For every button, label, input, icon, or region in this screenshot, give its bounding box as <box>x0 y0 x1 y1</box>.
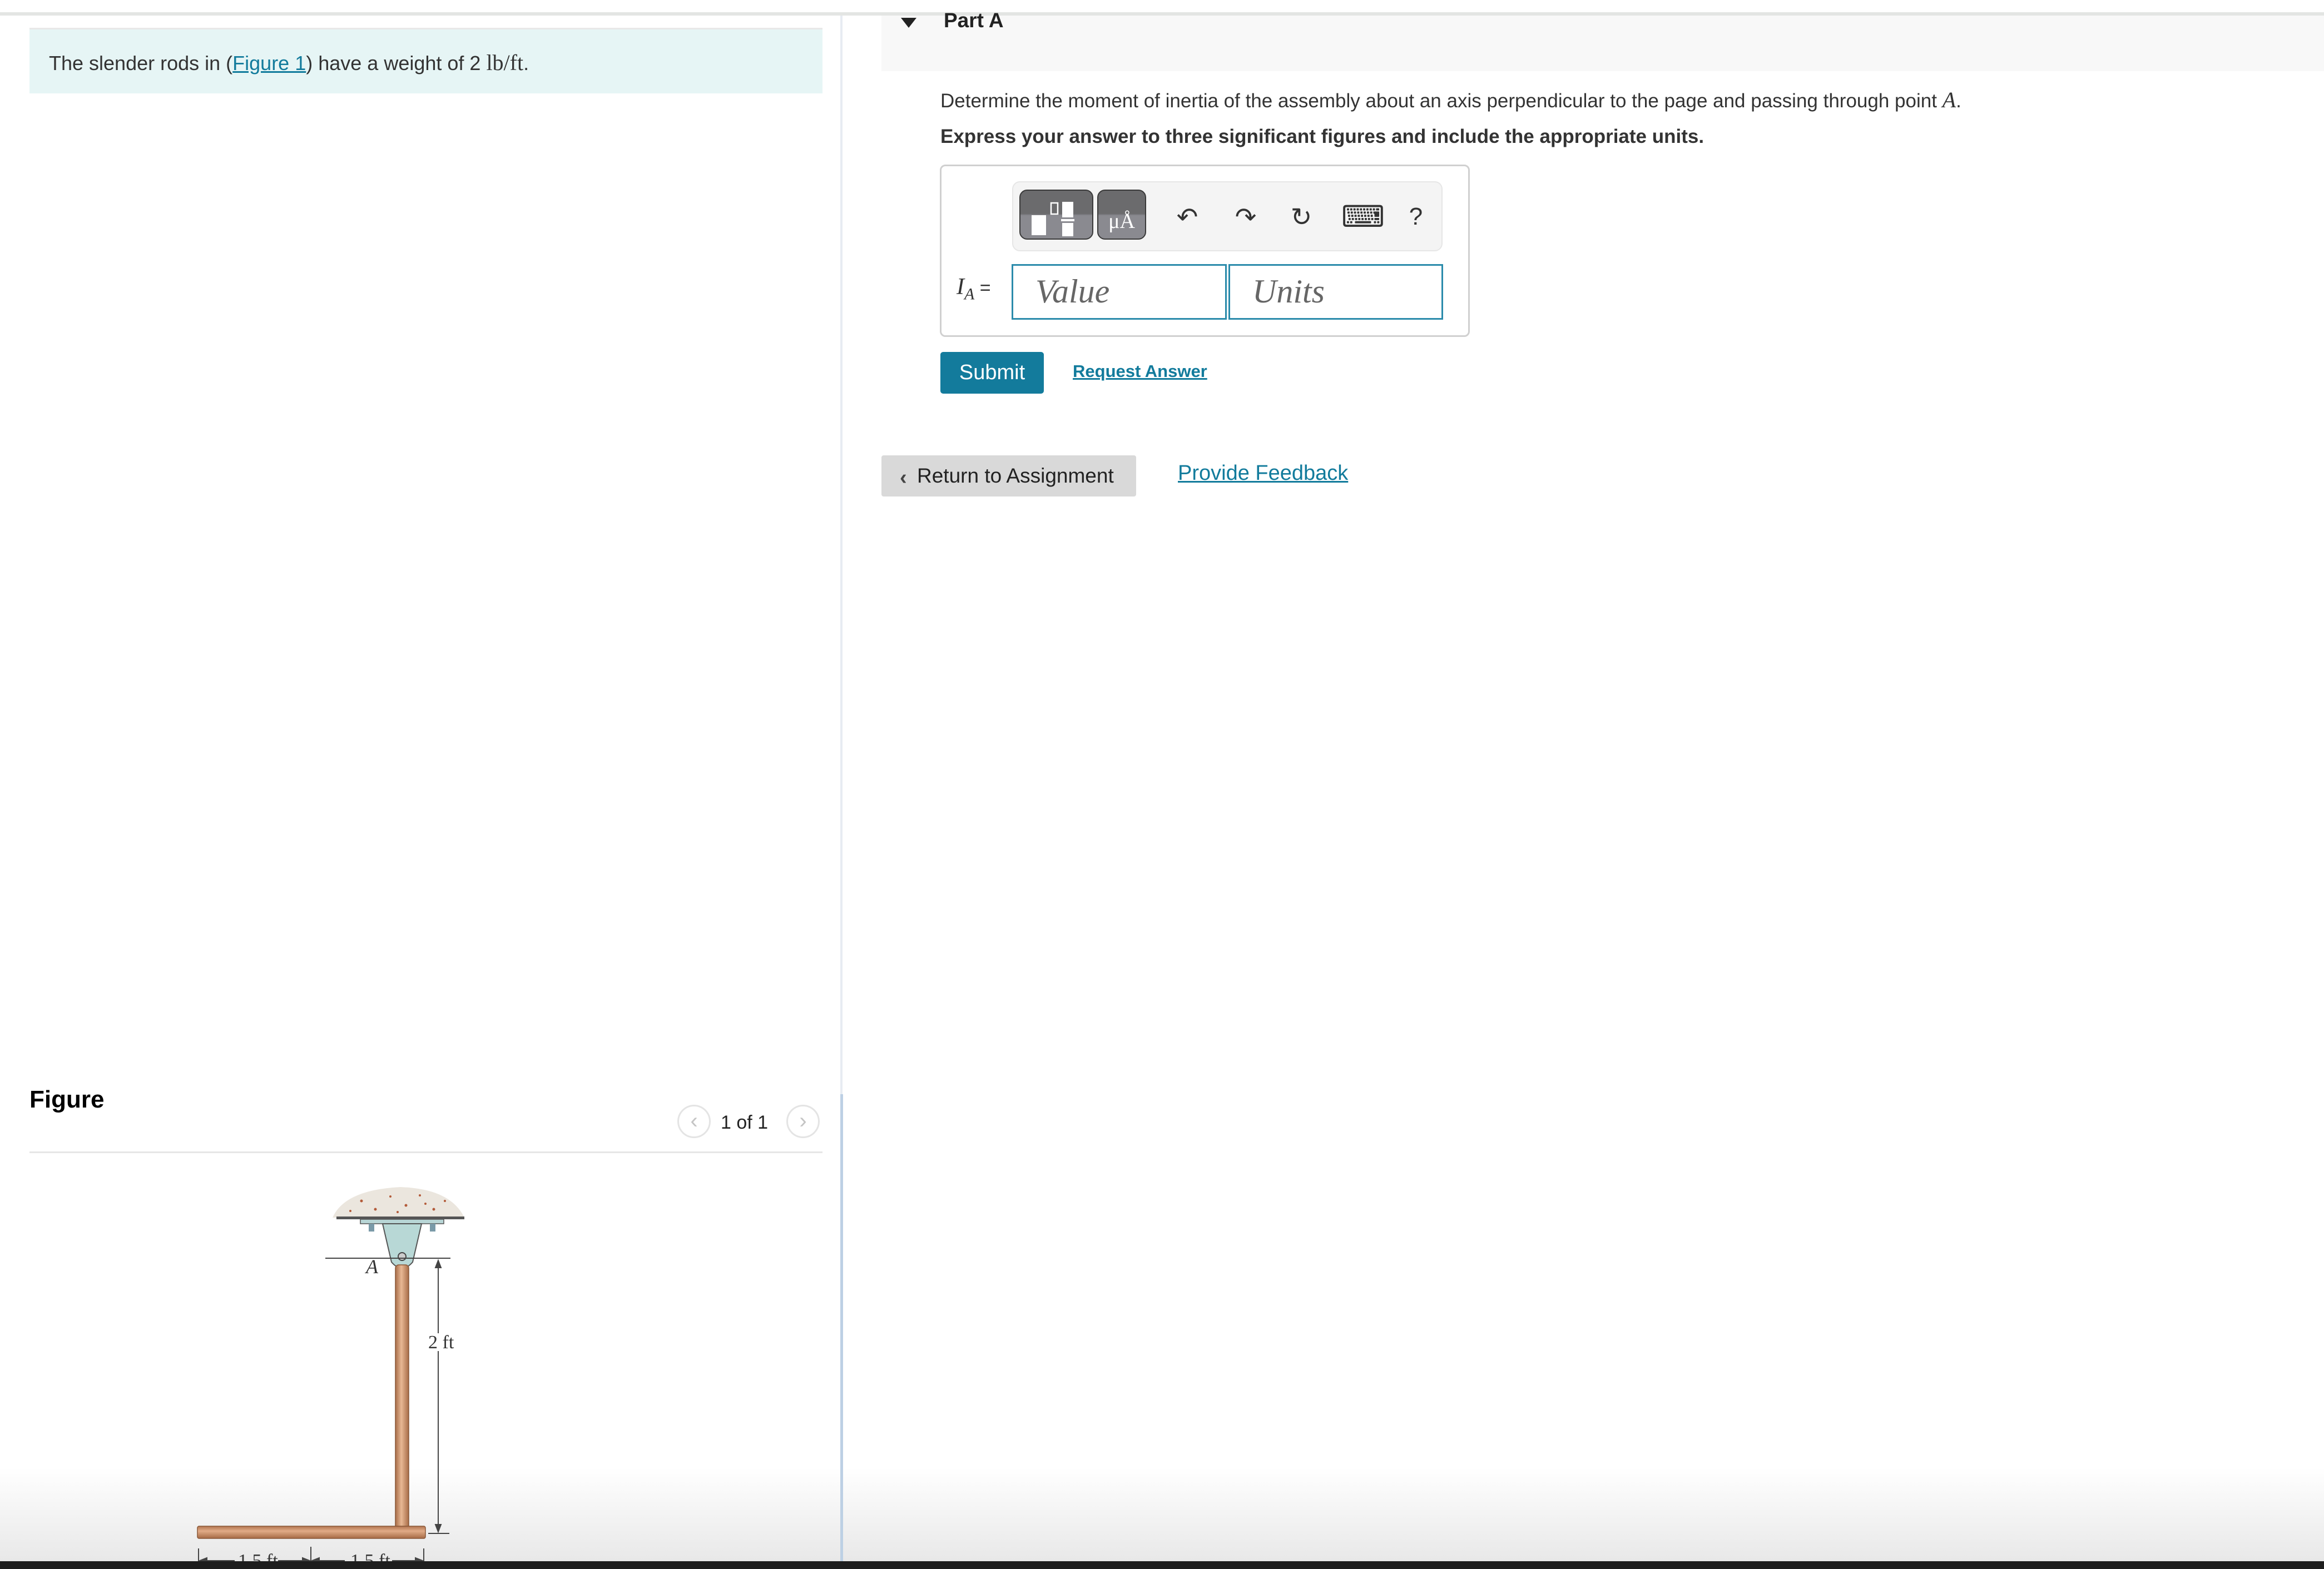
redo-button[interactable]: ↷ <box>1229 200 1262 234</box>
redo-icon: ↷ <box>1235 202 1257 231</box>
question-point: A <box>1942 87 1956 112</box>
templates-icon <box>1032 202 1074 236</box>
next-figure-button[interactable]: › <box>786 1105 820 1138</box>
figure-page-count: 1 of 1 <box>721 1112 769 1133</box>
part-a-header[interactable] <box>881 16 2324 71</box>
figure-link[interactable]: Figure 1 <box>232 52 306 75</box>
problem-statement: The slender rods in (Figure 1) have a we… <box>49 50 529 75</box>
units-icon: μÅ <box>1108 210 1135 233</box>
problem-intro: The slender rods in (Figure 1) have a we… <box>29 28 822 93</box>
undo-button[interactable]: ↶ <box>1171 200 1204 234</box>
provide-feedback-link[interactable]: Provide Feedback <box>1178 461 1348 485</box>
reset-button[interactable]: ↻ <box>1285 200 1318 234</box>
pane-scrollbar[interactable] <box>840 1094 843 1561</box>
pin-bracket <box>381 1223 423 1269</box>
request-answer-link[interactable]: Request Answer <box>1073 361 1207 381</box>
answer-variable-label: IA = <box>957 274 991 304</box>
prev-figure-button[interactable]: ‹ <box>677 1105 711 1138</box>
return-to-assignment-button[interactable]: Return to Assignment <box>881 455 1136 496</box>
help-button[interactable]: ? <box>1399 200 1433 234</box>
reset-icon: ↻ <box>1290 202 1312 231</box>
vertical-dimension <box>325 1258 450 1534</box>
answer-instruction: Express your answer to three significant… <box>940 126 1704 147</box>
vertical-dimension-label: 2 ft <box>428 1332 454 1353</box>
chevron-right-icon: › <box>799 1109 807 1133</box>
keyboard-icon: ⌨ <box>1341 200 1385 234</box>
weight-unit: lb/ft <box>486 50 524 75</box>
units-input[interactable]: Units <box>1228 264 1443 320</box>
chevron-left-icon: ‹ <box>900 466 907 489</box>
value-input[interactable]: Value <box>1012 264 1227 320</box>
templates-button[interactable] <box>1019 190 1093 240</box>
pin-icon <box>398 1252 407 1261</box>
keyboard-button[interactable]: ⌨ <box>1341 200 1385 234</box>
question-text: Determine the moment of inertia of the a… <box>940 87 1961 112</box>
help-icon: ? <box>1409 203 1423 230</box>
figure-diagram: A 2 ft 1.5 ft 1.5 ft <box>197 1187 464 1569</box>
vertical-rod <box>395 1264 409 1530</box>
part-title: Part A <box>944 9 1004 32</box>
figure-divider <box>29 1151 822 1153</box>
caret-down-icon[interactable] <box>901 18 916 28</box>
submit-button[interactable]: Submit <box>940 352 1044 394</box>
chevron-left-icon: ‹ <box>690 1109 698 1133</box>
figure-title: Figure <box>29 1086 105 1113</box>
units-button[interactable]: μÅ <box>1097 190 1146 240</box>
bottom-bar <box>0 1561 2324 1569</box>
undo-icon: ↶ <box>1176 202 1198 231</box>
horizontal-rod <box>197 1526 426 1539</box>
pane-divider[interactable] <box>840 16 843 1094</box>
